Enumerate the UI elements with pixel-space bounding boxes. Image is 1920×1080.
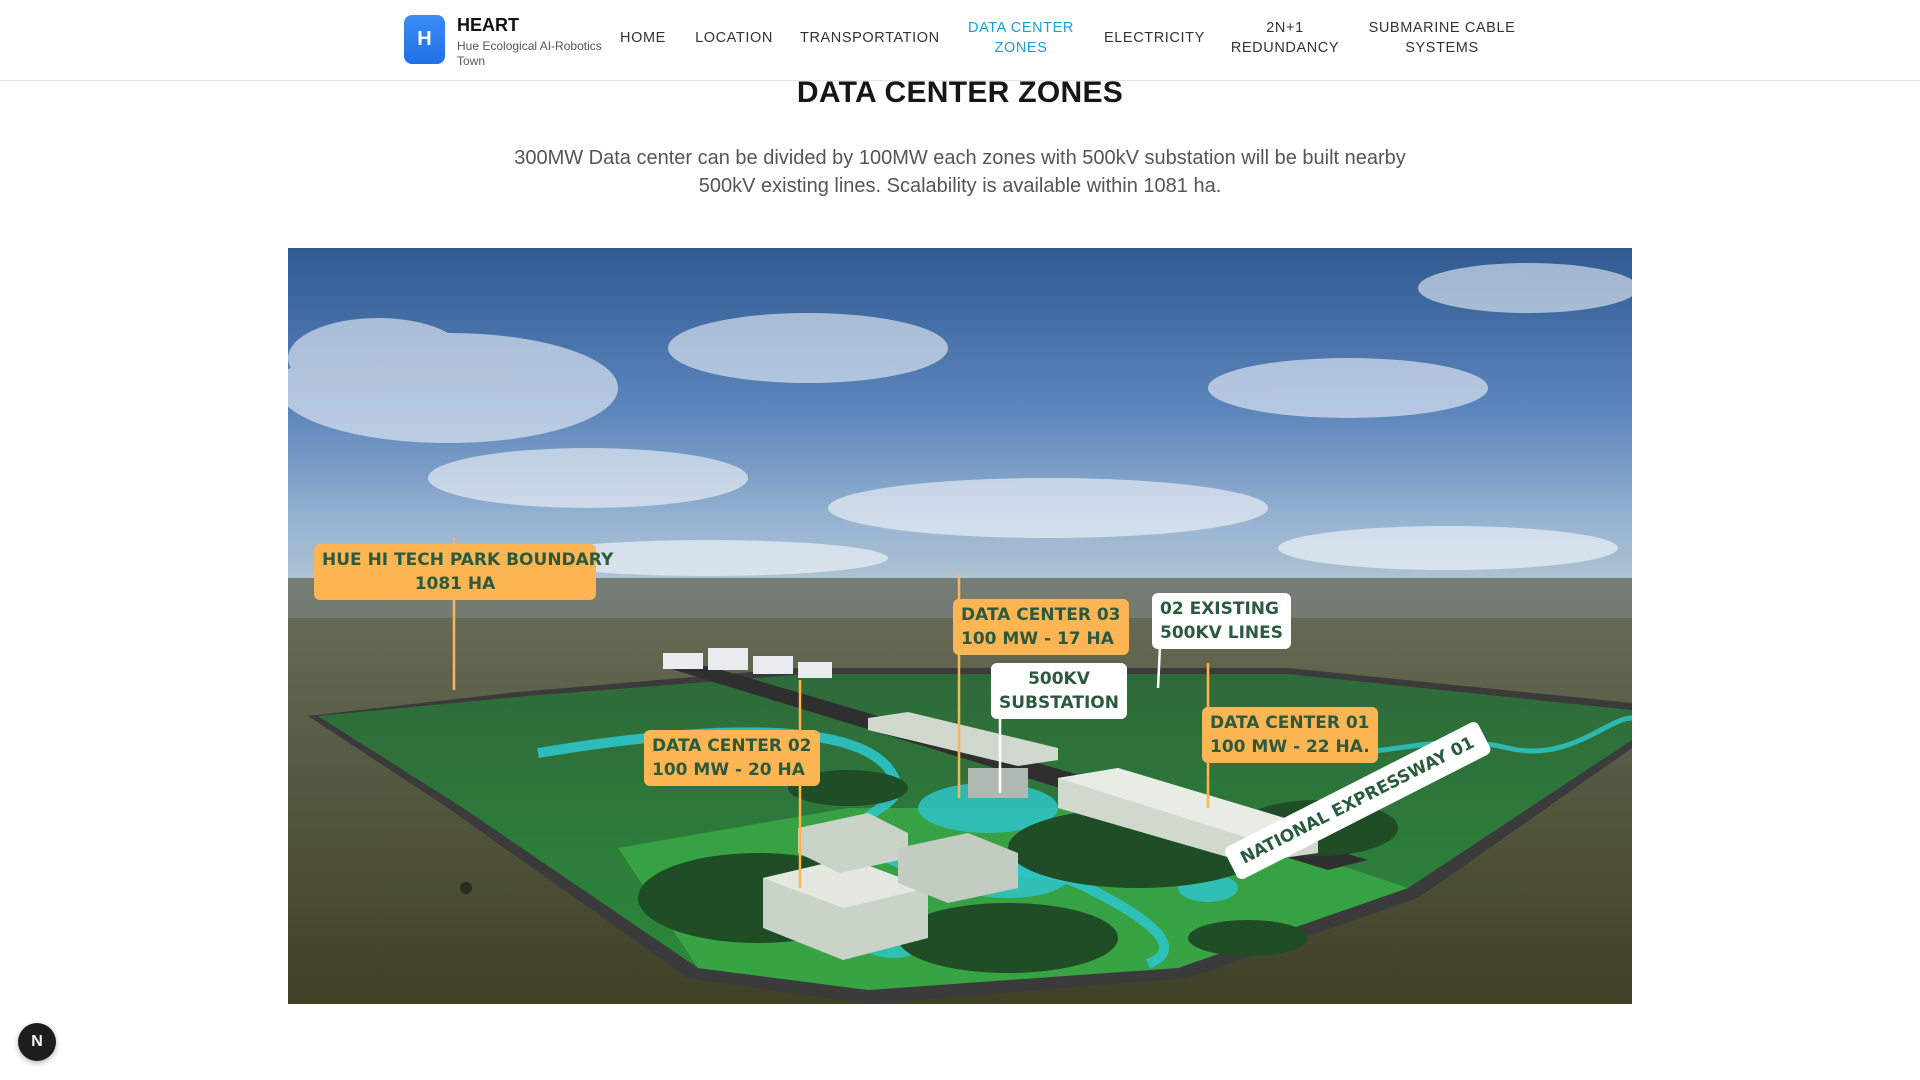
nav-2n1-redundancy[interactable]: 2N+1 REDUNDANCY — [1230, 18, 1340, 58]
brand-title: HEART — [457, 15, 519, 35]
nav-home[interactable]: HOME — [620, 28, 665, 48]
label-dc03-line1: DATA CENTER 03 — [961, 605, 1121, 625]
site-plan-illustration: HUE HI TECH PARK BOUNDARY 1081 HA DATA C… — [288, 248, 1632, 1004]
page-title: DATA CENTER ZONES — [796, 76, 1124, 109]
label-500kv-substation: 500KV SUBSTATION — [991, 663, 1127, 719]
label-existing-line2: 500KV LINES — [1160, 623, 1283, 643]
nav-submarine-cable-systems[interactable]: SUBMARINE CABLE SYSTEMS — [1368, 18, 1516, 58]
brand-logo[interactable]: H — [404, 15, 445, 64]
label-dc02-line2: 100 MW - 20 HA — [652, 760, 805, 780]
label-dc01-line2: 100 MW - 22 HA. — [1210, 737, 1370, 757]
brand-subtitle: Hue Ecological AI-Robotics Town — [457, 39, 602, 68]
brand[interactable]: H HEART Hue Ecological AI-Robotics Town — [404, 15, 622, 69]
label-existing-line1: 02 EXISTING — [1160, 599, 1279, 619]
label-park-boundary-line1: HUE HI TECH PARK BOUNDARY — [322, 550, 614, 570]
label-dc02-line1: DATA CENTER 02 — [652, 736, 812, 756]
page-description: 300MW Data center can be divided by 100M… — [514, 147, 1406, 197]
brand-text: HEART Hue Ecological AI-Robotics Town — [457, 15, 622, 69]
label-existing-500kv-lines: 02 EXISTING 500KV LINES — [1152, 593, 1291, 649]
label-data-center-02: DATA CENTER 02 100 MW - 20 HA — [644, 730, 820, 786]
label-substation-line2: SUBSTATION — [999, 693, 1119, 713]
label-data-center-01: DATA CENTER 01 100 MW - 22 HA. — [1202, 707, 1378, 763]
nextjs-dev-indicator-button[interactable]: N — [18, 1023, 56, 1061]
nav-electricity[interactable]: ELECTRICITY — [1104, 28, 1204, 48]
label-dc03-line2: 100 MW - 17 HA — [961, 629, 1114, 649]
label-data-center-03: DATA CENTER 03 100 MW - 17 HA — [953, 599, 1129, 655]
nav-data-center-zones[interactable]: DATA CENTER ZONES — [966, 18, 1076, 58]
nav-transportation[interactable]: TRANSPORTATION — [800, 28, 939, 48]
label-park-boundary: HUE HI TECH PARK BOUNDARY 1081 HA — [314, 544, 614, 600]
label-dc01-line1: DATA CENTER 01 — [1210, 713, 1370, 733]
site-header: H HEART Hue Ecological AI-Robotics Town … — [0, 0, 1920, 81]
label-park-boundary-line2: 1081 HA — [414, 574, 496, 594]
label-substation-line1: 500KV — [1028, 669, 1090, 689]
nav-location[interactable]: LOCATION — [694, 28, 774, 48]
